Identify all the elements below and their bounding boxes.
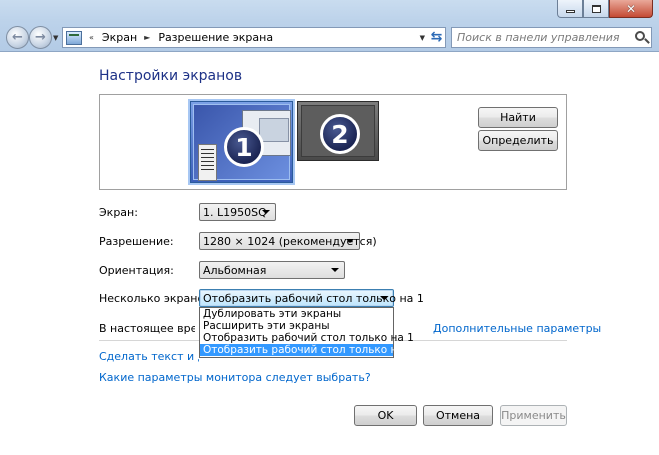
refresh-button[interactable]: ⇆ <box>427 27 446 46</box>
navigation-bar: ← → ▼ « Экран ► Разрешение экрана ▼ ⇆ <box>0 22 659 52</box>
advanced-settings-link[interactable]: Дополнительные параметры <box>433 322 601 335</box>
which-settings-link[interactable]: Какие параметры монитора следует выбрать… <box>99 371 371 384</box>
dropdown-option-only-1[interactable]: Отобразить рабочий стол только на 1 <box>200 332 414 344</box>
caption-buttons: ✕ <box>557 0 653 18</box>
close-button[interactable]: ✕ <box>609 0 653 18</box>
recent-pages-dropdown-icon[interactable]: ▼ <box>53 34 58 42</box>
resolution-select[interactable]: 1280 × 1024 (рекомендуется) <box>199 232 377 250</box>
minimize-icon <box>565 10 575 13</box>
page-title: Настройки экранов <box>99 68 243 84</box>
screen-label: Экран: <box>99 206 138 219</box>
orientation-select[interactable]: Альбомная <box>199 261 345 279</box>
multiple-displays-select[interactable]: Отобразить рабочий стол только на 1 <box>199 289 424 307</box>
control-panel-icon <box>66 30 82 45</box>
ok-button[interactable]: OK <box>354 405 417 426</box>
minimize-button[interactable] <box>557 0 583 18</box>
address-bar[interactable]: « Экран ► Разрешение экрана ▼ <box>62 27 446 48</box>
monitor-1-number: 1 <box>224 127 264 167</box>
back-arrow-icon: ← <box>12 30 23 45</box>
identify-button[interactable]: Определить <box>478 130 558 151</box>
chevron-down-icon <box>346 239 354 243</box>
chevron-down-icon <box>380 296 388 300</box>
multiple-displays-label: Несколько экранов: <box>99 292 215 305</box>
breadcrumb-resolution[interactable]: Разрешение экрана <box>158 31 273 44</box>
monitor-preview-area: 1 2 Найти Определить <box>99 94 567 190</box>
document-thumbnail-icon <box>198 144 217 181</box>
monitor-2-number: 2 <box>320 114 360 154</box>
forward-button[interactable]: → <box>29 26 52 49</box>
monitor-2-screen: 2 <box>301 105 375 157</box>
window-title-bar: ✕ <box>0 0 659 22</box>
multiple-displays-dropdown-list: Дублировать эти экраны Расширить эти экр… <box>199 307 414 358</box>
chevron-right-icon[interactable]: ► <box>144 33 150 42</box>
forward-arrow-icon: → <box>35 30 46 45</box>
monitor-1[interactable]: 1 <box>190 101 293 183</box>
dropdown-option-extend[interactable]: Расширить эти экраны <box>200 320 393 332</box>
multiple-displays-select-value: Отобразить рабочий стол только на 1 <box>203 291 424 305</box>
monitor-2[interactable]: 2 <box>297 101 379 161</box>
breadcrumb-display[interactable]: Экран <box>102 31 137 44</box>
cancel-button[interactable]: Отмена <box>423 405 493 426</box>
apply-button[interactable]: Применить <box>500 405 567 426</box>
orientation-select-value: Альбомная <box>203 263 267 277</box>
chevron-down-icon <box>262 210 270 214</box>
text-size-link[interactable]: Сделать текст и другие <box>99 350 199 363</box>
chevron-left-icon[interactable]: « <box>89 33 94 42</box>
current-primary-text: В настоящее время эт <box>99 322 195 335</box>
screen-select[interactable]: 1. L1950SQ <box>199 203 276 221</box>
screen-select-value: 1. L1950SQ <box>203 205 267 219</box>
search-icon[interactable] <box>635 31 645 41</box>
maximize-button[interactable] <box>583 0 609 18</box>
search-input[interactable] <box>457 28 627 46</box>
orientation-label: Ориентация: <box>99 264 174 277</box>
address-dropdown-icon[interactable]: ▼ <box>420 34 425 42</box>
close-icon: ✕ <box>625 1 637 16</box>
search-box[interactable] <box>451 27 652 48</box>
dropdown-option-only-2[interactable]: Отобразить рабочий стол только на 2 <box>200 344 414 356</box>
find-button[interactable]: Найти <box>478 107 558 128</box>
resolution-label: Разрешение: <box>99 235 174 248</box>
refresh-icon: ⇆ <box>430 28 443 45</box>
chevron-down-icon <box>331 268 339 272</box>
back-button[interactable]: ← <box>6 26 29 49</box>
dropdown-option-duplicate[interactable]: Дублировать эти экраны <box>200 308 393 320</box>
maximize-icon <box>591 4 601 13</box>
monitor-1-screen: 1 <box>193 104 291 181</box>
